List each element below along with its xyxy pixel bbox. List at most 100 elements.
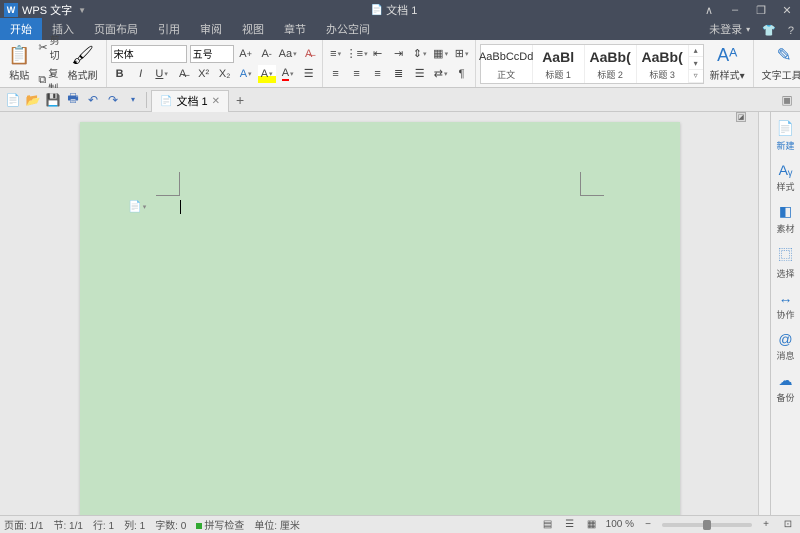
sp-new[interactable]: 📄新建: [776, 120, 794, 152]
align-right-button[interactable]: ≡: [369, 65, 387, 83]
tab-stops-button[interactable]: ⇄▾: [432, 65, 450, 83]
tab-page-layout[interactable]: 页面布局: [84, 18, 148, 40]
align-center-button[interactable]: ≡: [348, 65, 366, 83]
shrink-font-button[interactable]: A-: [258, 45, 276, 63]
numbering-button[interactable]: ⋮≡▾: [348, 45, 366, 63]
collapse-ribbon-icon[interactable]: ∧: [702, 4, 716, 17]
ruler-toggle[interactable]: ◪: [736, 112, 746, 122]
font-size-combo[interactable]: [190, 45, 234, 63]
style-heading3[interactable]: AaBb(标题 3: [637, 45, 689, 83]
tab-review[interactable]: 审阅: [190, 18, 232, 40]
line-spacing-button[interactable]: ⇕▾: [411, 45, 429, 63]
window-title: 文档 1: [386, 2, 417, 18]
paste-button[interactable]: 📋 粘贴: [4, 43, 34, 84]
print-button[interactable]: 🖶: [64, 91, 82, 109]
font-color-button[interactable]: A▾: [279, 65, 297, 83]
app-logo[interactable]: W: [4, 3, 18, 17]
font-name-combo[interactable]: [111, 45, 187, 63]
zoom-in-button[interactable]: +: [758, 518, 774, 532]
status-page[interactable]: 页面: 1/1: [4, 517, 43, 532]
text-cursor: [180, 200, 181, 214]
grow-font-button[interactable]: A+: [237, 45, 255, 63]
new-style-button[interactable]: Aᴬ 新样式▾: [706, 43, 749, 84]
phonetic-button[interactable]: ☰: [300, 65, 318, 83]
page[interactable]: 📄▾: [80, 122, 680, 515]
new-doc-button[interactable]: 📄: [4, 91, 22, 109]
indent-increase-button[interactable]: ⇥: [390, 45, 408, 63]
clear-format-button[interactable]: A̶: [300, 45, 318, 63]
status-spell[interactable]: 拼写检查: [196, 517, 244, 532]
view-web-button[interactable]: ▦: [584, 518, 600, 532]
subscript-button[interactable]: X₂: [216, 65, 234, 83]
brush-icon: 🖌: [71, 45, 94, 66]
show-marks-button[interactable]: ¶: [453, 65, 471, 83]
change-case-button[interactable]: Aa▾: [279, 45, 297, 63]
sp-messages[interactable]: @消息: [776, 331, 794, 362]
vertical-scrollbar[interactable]: [758, 112, 770, 515]
view-outline-button[interactable]: ☰: [562, 518, 578, 532]
sp-styles[interactable]: Aᵧ样式: [776, 162, 794, 193]
help-icon[interactable]: ?: [782, 22, 800, 40]
view-page-button[interactable]: ▤: [540, 518, 556, 532]
backup-icon: ☁: [778, 372, 792, 389]
restore-button[interactable]: ❐: [754, 4, 768, 17]
fit-page-button[interactable]: ⊡: [780, 518, 796, 532]
superscript-button[interactable]: X²: [195, 65, 213, 83]
tab-view[interactable]: 视图: [232, 18, 274, 40]
zoom-value[interactable]: 100 %: [606, 519, 634, 530]
highlight-button[interactable]: A▾: [258, 65, 276, 83]
document-area[interactable]: 📄▾ ◪: [0, 112, 758, 515]
text-tools-button[interactable]: ✎ 文字工具▾: [758, 43, 800, 84]
sp-select[interactable]: ⿴选择: [776, 245, 794, 280]
style-heading2[interactable]: AaBb(标题 2: [585, 45, 637, 83]
app-menu-dropdown[interactable]: ▼: [78, 6, 86, 15]
skin-icon[interactable]: 👕: [756, 21, 782, 40]
status-section[interactable]: 节: 1/1: [53, 517, 82, 532]
login-status[interactable]: 未登录▾: [703, 18, 756, 40]
align-left-button[interactable]: ≡: [327, 65, 345, 83]
tab-section[interactable]: 章节: [274, 18, 316, 40]
sp-materials[interactable]: ◧素材: [776, 203, 794, 235]
reading-mode-button[interactable]: ▣: [778, 91, 796, 109]
underline-button[interactable]: U▾: [153, 65, 171, 83]
italic-button[interactable]: I: [132, 65, 150, 83]
doc-tab-close[interactable]: ✕: [212, 96, 220, 107]
open-button[interactable]: 📂: [24, 91, 42, 109]
cut-button[interactable]: ✂剪切: [36, 31, 61, 63]
styles-scroll[interactable]: ▴▾▿: [689, 45, 703, 83]
style-heading1[interactable]: AaBl标题 1: [533, 45, 585, 83]
undo-button[interactable]: ↶: [84, 91, 102, 109]
doc-tab[interactable]: 📄 文档 1 ✕: [151, 90, 229, 112]
status-words[interactable]: 字数: 0: [155, 517, 186, 532]
messages-icon: @: [778, 331, 792, 347]
close-button[interactable]: ✕: [780, 4, 794, 17]
status-unit[interactable]: 单位: 厘米: [254, 517, 300, 532]
align-distribute-button[interactable]: ☰: [411, 65, 429, 83]
format-painter-button[interactable]: 🖌 格式刷: [64, 43, 102, 84]
page-layout-icon[interactable]: 📄▾: [128, 200, 146, 213]
app-name: WPS 文字: [22, 2, 72, 18]
align-justify-button[interactable]: ≣: [390, 65, 408, 83]
tab-office-space[interactable]: 办公空间: [316, 18, 380, 40]
qat-more-button[interactable]: ▾: [124, 91, 142, 109]
bold-button[interactable]: B: [111, 65, 129, 83]
strike-button[interactable]: A̶: [174, 65, 192, 83]
zoom-thumb[interactable]: [703, 520, 711, 530]
add-tab-button[interactable]: +: [231, 92, 249, 108]
workspace: 📄▾ ◪ 📄新建 Aᵧ样式 ◧素材 ⿴选择 ↔协作 @消息 ☁备份: [0, 112, 800, 515]
statusbar: 页面: 1/1 节: 1/1 行: 1 列: 1 字数: 0 拼写检查 单位: …: [0, 515, 800, 533]
zoom-out-button[interactable]: −: [640, 518, 656, 532]
border-button[interactable]: ⊞▾: [453, 45, 471, 63]
sp-backup[interactable]: ☁备份: [776, 372, 794, 404]
tab-references[interactable]: 引用: [148, 18, 190, 40]
redo-button[interactable]: ↷: [104, 91, 122, 109]
save-button[interactable]: 💾: [44, 91, 62, 109]
indent-decrease-button[interactable]: ⇤: [369, 45, 387, 63]
sp-collab[interactable]: ↔协作: [776, 290, 794, 321]
bullets-button[interactable]: ≡▾: [327, 45, 345, 63]
text-effect-button[interactable]: A▾: [237, 65, 255, 83]
style-normal[interactable]: AaBbCcDd正文: [481, 45, 533, 83]
minimize-button[interactable]: –: [728, 4, 742, 16]
shading-button[interactable]: ▦▾: [432, 45, 450, 63]
zoom-slider[interactable]: [662, 523, 752, 527]
